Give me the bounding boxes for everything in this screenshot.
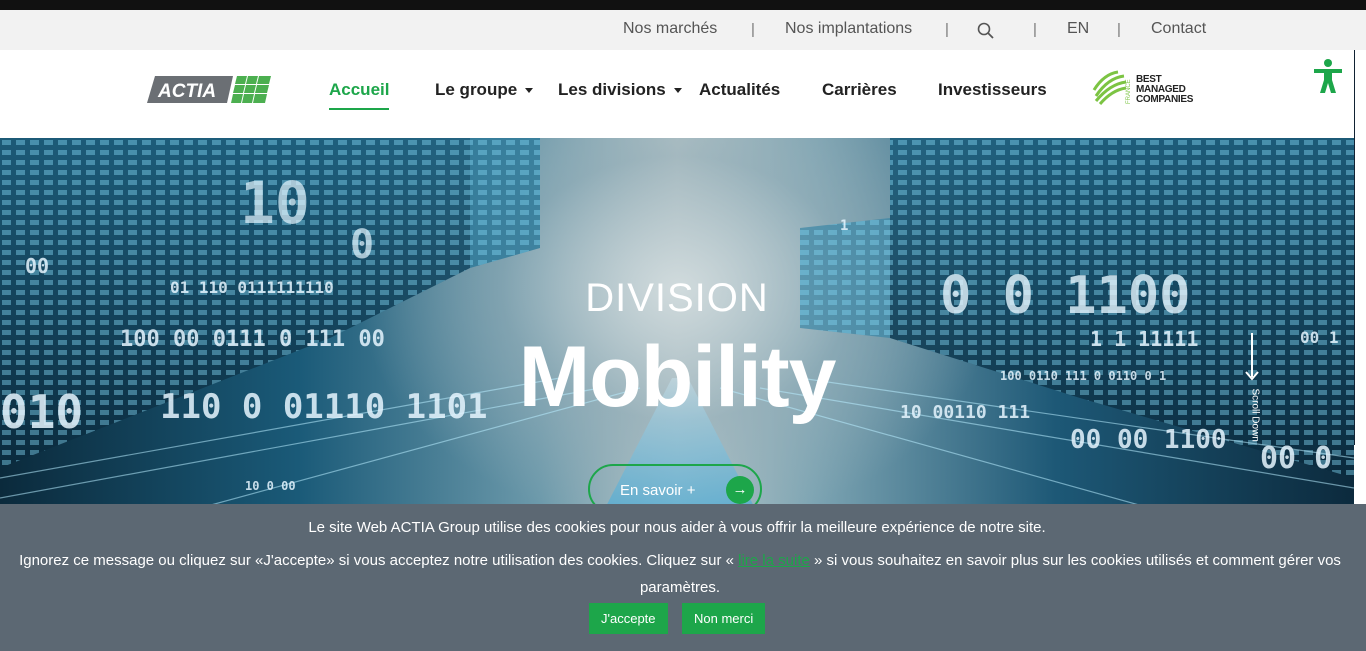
hero-banner: 10 0 00 01 110 0111111110 100 00 0111 0 … [0,138,1354,508]
nav-investisseurs[interactable]: Investisseurs [938,80,1047,106]
nav-actualites[interactable]: Actualités [699,80,780,106]
svg-text:10: 10 [240,169,310,237]
decline-cookies-button[interactable]: Non merci [682,603,766,634]
accept-cookies-button[interactable]: J'accepte [589,603,668,634]
svg-text:00 00 1100: 00 00 1100 [1070,425,1227,455]
cookie-banner: Le site Web ACTIA Group utilise des cook… [0,504,1366,651]
utility-separator: | [1117,21,1121,38]
utility-bar: Nos marchés | Nos implantations | | EN |… [0,10,1366,50]
svg-text:00: 00 [25,254,49,278]
utility-separator: | [751,21,755,38]
badge-text: BEST MANAGED COMPANIES [1136,75,1193,105]
top-edge-bar [0,0,1366,10]
main-header: ACTIA Accueil Le groupe Les divisions Ac… [0,50,1366,138]
utility-separator: | [1033,21,1037,38]
chevron-down-icon [525,88,534,94]
language-switch-link[interactable]: EN [1067,10,1089,50]
search-icon[interactable] [977,22,995,40]
best-managed-companies-badge: FRANCE BEST MANAGED COMPANIES [1092,70,1207,110]
nav-accueil[interactable]: Accueil [329,80,390,110]
contact-link[interactable]: Contact [1151,10,1206,50]
nav-le-groupe-label: Le groupe [435,80,518,99]
cookie-message-line2: Ignorez ce message ou cliquez sur «J'acc… [10,547,1350,601]
read-more-link[interactable]: lire la suite [738,552,810,569]
badge-line-companies: COMPANIES [1136,94,1194,105]
badge-france-label: FRANCE [1126,79,1132,104]
svg-text:1: 1 [840,218,848,234]
nav-les-divisions-label: Les divisions [558,80,666,99]
chevron-down-icon [673,88,682,94]
nav-le-groupe[interactable]: Le groupe [435,80,534,106]
scroll-down-label: Scroll Down [1249,388,1261,442]
cookie-text-before-link: Ignorez ce message ou cliquez sur «J'acc… [19,552,739,569]
nav-carrieres[interactable]: Carrières [822,80,897,106]
utility-separator: | [945,21,949,38]
badge-globe-icon [1092,70,1127,105]
svg-text:10 0 00: 10 0 00 [245,479,296,493]
nos-implantations-link[interactable]: Nos implantations [785,10,912,50]
actia-logo[interactable]: ACTIA [147,76,273,103]
hero-subtitle: DIVISION [585,276,769,320]
svg-text:00 0: 00 0 [1260,441,1332,476]
cta-label: En savoir + [620,482,696,499]
en-savoir-plus-button[interactable]: En savoir + → [588,464,762,508]
arrow-down-icon [1245,371,1259,381]
arrow-right-icon: → [726,476,754,504]
page-edge-line [1354,50,1355,445]
logo-wordmark: ACTIA [157,81,216,102]
hero-title: Mobility [518,329,837,425]
nos-marches-link[interactable]: Nos marchés [623,10,717,50]
cookie-message-line1: Le site Web ACTIA Group utilise des cook… [308,519,1046,536]
scroll-down-indicator[interactable]: Scroll Down [1243,333,1263,453]
accessibility-icon[interactable] [1311,58,1345,94]
nav-les-divisions[interactable]: Les divisions [558,80,682,106]
svg-text:0: 0 [350,222,374,268]
